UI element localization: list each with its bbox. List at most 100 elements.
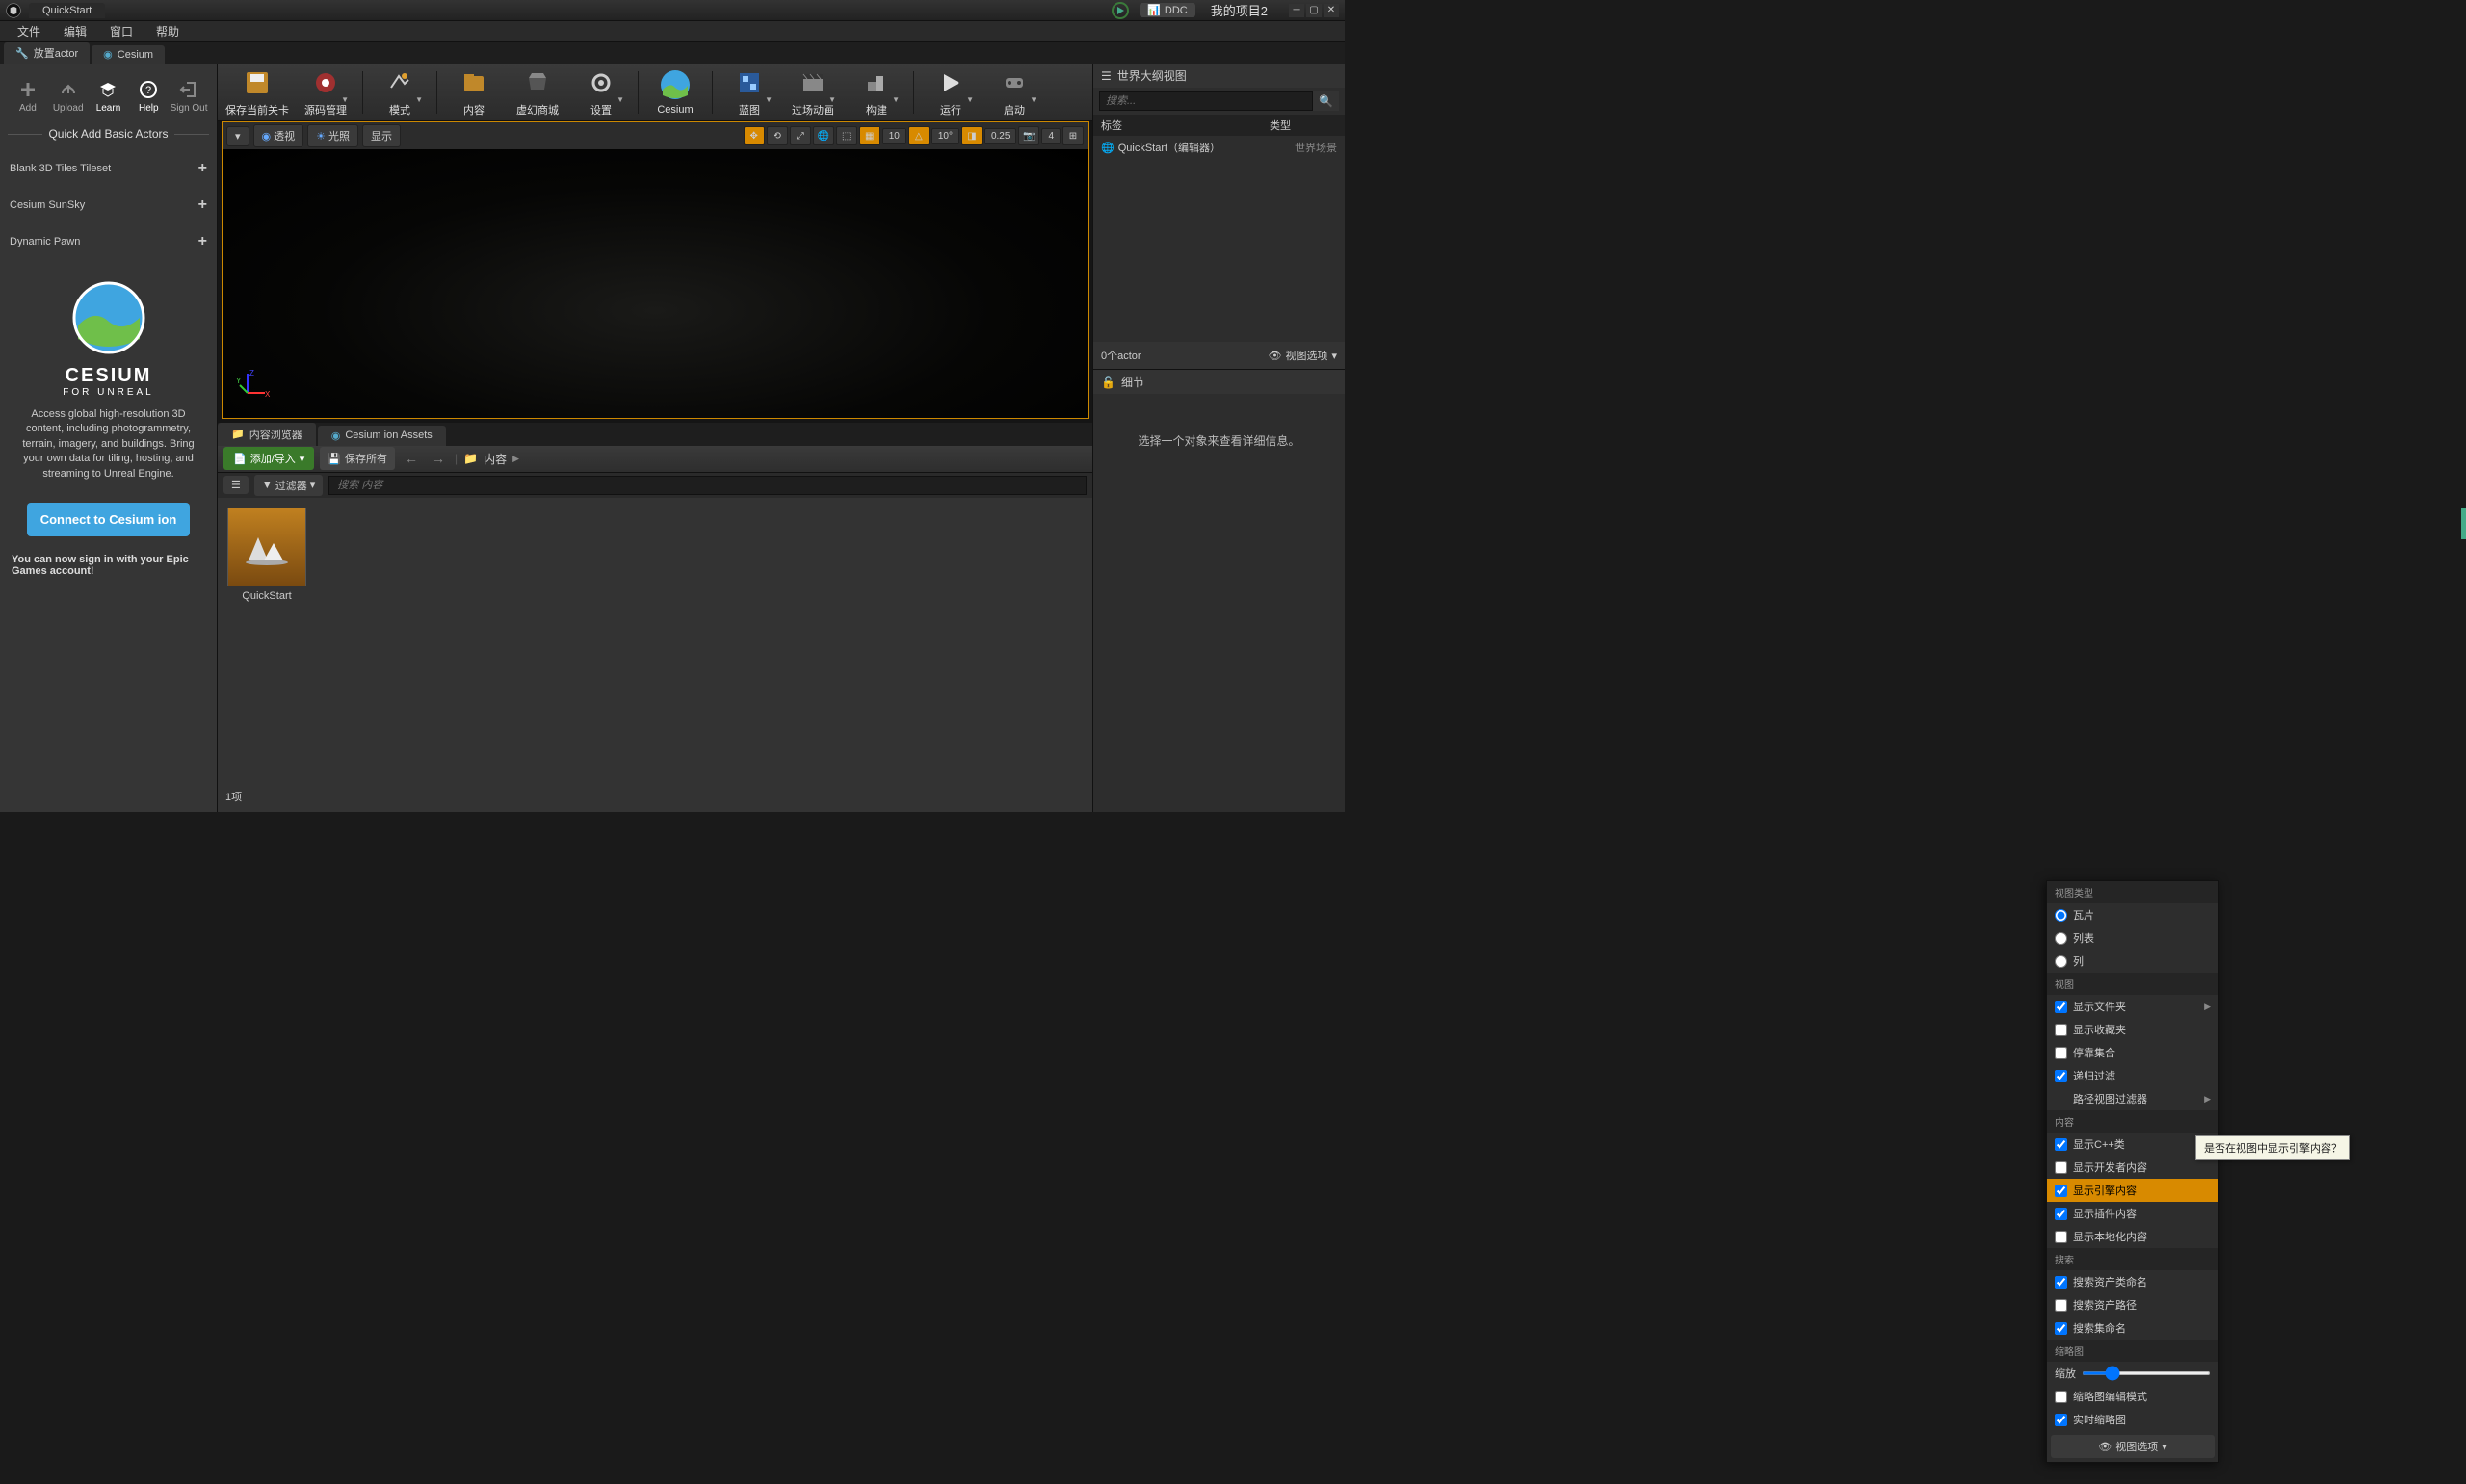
menu-edit[interactable]: 编辑 [54,21,96,41]
outliner-viewopt[interactable]: 👁 视图选项▾ [1269,348,1338,363]
details-panel: 🔓细节 选择一个对象来查看详细信息。 [1093,369,1345,812]
vp-scale[interactable]: 0.25 [984,128,1016,144]
upload-button[interactable]: Upload [49,79,88,114]
ddc-badge[interactable]: 📊DDC [1140,3,1195,17]
qa-dynamic-pawn[interactable]: Dynamic Pawn+ [8,223,209,260]
menu-window[interactable]: 窗口 [100,21,143,41]
tb-play[interactable]: 运行▼ [924,66,978,117]
details-header[interactable]: 🔓细节 [1093,370,1345,394]
minimize-button[interactable]: ─ [1289,4,1304,17]
vp-angle-snap[interactable]: △ [908,126,930,145]
vp-transform-scale[interactable]: ⤢ [790,126,811,145]
opt-show-plugin[interactable]: 显示插件内容 [2047,1202,2218,1225]
opt-show-engine[interactable]: 显示引擎内容 [2047,1179,2218,1202]
thumb-scale-slider[interactable]: 缩放 [2047,1362,2218,1385]
tb-launch[interactable]: 启动▼ [987,66,1041,117]
nav-back[interactable]: ← [401,451,422,466]
opt-show-fav[interactable]: 显示收藏夹 [2047,1018,2218,1041]
vp-menu[interactable]: ▾ [226,126,249,146]
tb-content[interactable]: 内容 [447,66,501,117]
svg-text:X: X [265,390,271,399]
vp-grid-size[interactable]: 10 [882,128,906,144]
filter-button[interactable]: ▼过滤器▾ [254,475,323,496]
search-icon[interactable]: 🔍 [1313,91,1339,111]
tab-cesium[interactable]: ◉Cesium [92,45,165,64]
popup-sec-thumb: 缩略图 [2047,1340,2218,1362]
tb-settings[interactable]: 设置▼ [574,66,628,117]
vp-scale-snap[interactable]: ◨ [961,126,983,145]
tb-cinematics[interactable]: 过场动画▼ [786,66,840,117]
vp-maximize[interactable]: ⊞ [1062,126,1084,145]
opt-show-cpp[interactable]: 显示C++类 [2047,1133,2218,1156]
save-all-button[interactable]: 💾保存所有 [320,447,395,470]
opt-show-l10n[interactable]: 显示本地化内容 [2047,1225,2218,1248]
vp-grid-snap[interactable]: ▦ [859,126,880,145]
vp-transform-rotate[interactable]: ⟲ [767,126,788,145]
axis-gizmo-icon: Z X Y [236,366,275,404]
world-icon: 🌐 [1101,142,1115,154]
maximize-button[interactable]: ▢ [1306,4,1322,17]
cb-body[interactable]: QuickStart 1项 [218,498,1092,813]
tb-marketplace[interactable]: 虚幻商城 [511,66,564,117]
tab-content-browser[interactable]: 📁内容浏览器 [218,423,316,446]
opt-show-folders[interactable]: 显示文件夹▶ [2047,995,2218,1018]
tab-cesium-assets[interactable]: ◉Cesium ion Assets [318,426,446,446]
outliner-row-world[interactable]: 🌐 QuickStart（编辑器） 世界场景 [1093,136,1345,159]
tab-place-actor[interactable]: 🔧放置actor [4,42,90,64]
opt-recursive-filter[interactable]: 递归过滤 [2047,1064,2218,1087]
title-tab[interactable]: QuickStart [29,3,105,18]
connect-button[interactable]: Connect to Cesium ion [27,503,191,536]
tb-blueprint[interactable]: 蓝图▼ [722,66,776,117]
opt-thumb-edit[interactable]: 缩略图编辑模式 [2047,1385,2218,1408]
add-import-button[interactable]: 📄添加/导入▾ [223,447,314,470]
opt-dock-collections[interactable]: 停靠集合 [2047,1041,2218,1064]
breadcrumb[interactable]: 📁内容▶ [463,451,519,467]
tb-cesium[interactable]: Cesium [648,68,702,116]
add-button[interactable]: Add [9,79,47,114]
cesium-logo: CESIUM FOR UNREAL [8,279,209,398]
opt-realtime-thumb[interactable]: 实时缩略图 [2047,1408,2218,1431]
vp-transform-move[interactable]: ✥ [744,126,765,145]
opt-search-path[interactable]: 搜索资产路径 [2047,1293,2218,1316]
vp-cam-icon[interactable]: 📷 [1018,126,1039,145]
opt-column[interactable]: 列 [2047,950,2218,973]
cb-tree-toggle[interactable]: ☰ [223,476,249,494]
menu-file[interactable]: 文件 [8,21,50,41]
tb-save[interactable]: 保存当前关卡 [225,66,289,117]
opt-path-filters[interactable]: 路径视图过滤器▶ [2047,1087,2218,1110]
vp-perspective[interactable]: ◉透视 [253,124,304,147]
opt-list[interactable]: 列表 [2047,926,2218,950]
learn-button[interactable]: Learn [89,79,127,114]
unreal-logo-icon [6,3,21,18]
viewport-toolbar: ▾ ◉透视 ☀光照 显示 ✥ ⟲ ⤢ 🌐 ⬚ ▦ 10 △ 10° ◨ 0.25… [223,122,1088,149]
tb-build[interactable]: 构建▼ [850,66,904,117]
vp-coord[interactable]: 🌐 [813,126,834,145]
vp-show[interactable]: 显示 [362,124,401,147]
vp-angle[interactable]: 10° [931,128,959,144]
vp-lit[interactable]: ☀光照 [307,124,358,147]
tb-modes[interactable]: 模式▼ [373,66,427,117]
help-button[interactable]: ?Help [129,79,168,114]
outliner-header[interactable]: ☰世界大纲视图 [1093,64,1345,88]
cb-search[interactable] [328,476,1087,495]
outliner-search[interactable] [1099,91,1313,111]
compile-icon[interactable] [1111,1,1130,20]
qa-blank-tileset[interactable]: Blank 3D Tiles Tileset+ [8,150,209,187]
opt-search-class[interactable]: 搜索资产类命名 [2047,1270,2218,1293]
asset-quickstart[interactable]: QuickStart [227,508,306,602]
view-options-button[interactable]: 👁 视图选项▾ [2051,1435,2215,1458]
opt-show-dev[interactable]: 显示开发者内容 [2047,1156,2218,1179]
qa-sunsky[interactable]: Cesium SunSky+ [8,187,209,223]
vp-surface[interactable]: ⬚ [836,126,857,145]
opt-tile[interactable]: 瓦片 [2047,903,2218,926]
bottom-tab-row: 📁内容浏览器 ◉Cesium ion Assets [218,423,1092,446]
viewport-3d[interactable]: Z X Y [223,149,1088,418]
vp-cam-speed[interactable]: 4 [1041,128,1061,144]
nav-fwd[interactable]: → [428,451,449,466]
signout-button[interactable]: Sign Out [170,79,208,114]
close-button[interactable]: ✕ [1324,4,1339,17]
viewport[interactable]: ▾ ◉透视 ☀光照 显示 ✥ ⟲ ⤢ 🌐 ⬚ ▦ 10 △ 10° ◨ 0.25… [222,121,1089,419]
tb-source[interactable]: 源码管理▼ [299,66,353,117]
opt-search-collection[interactable]: 搜索集命名 [2047,1316,2218,1340]
menu-help[interactable]: 帮助 [146,21,189,41]
